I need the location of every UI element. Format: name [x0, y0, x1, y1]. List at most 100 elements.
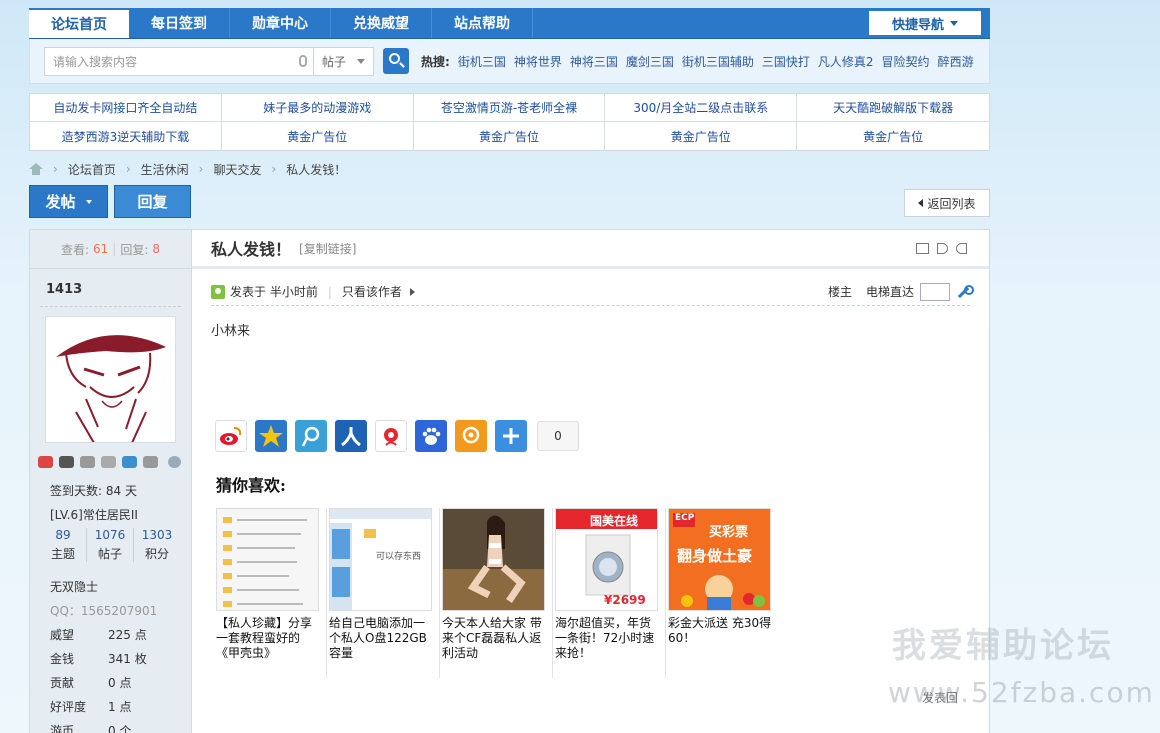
post-main: 私人发钱！ [复制链接] 发表于 半小时前 | 只看该作者 楼主 电梯直达 小林	[192, 230, 989, 733]
chevron-down-icon	[357, 58, 365, 64]
floor-input[interactable]	[920, 282, 950, 301]
ad-link[interactable]: 黄金广告位	[414, 122, 606, 150]
ad-link[interactable]: 自动发卡网接口齐全自动结	[30, 94, 222, 122]
ad-link[interactable]: 黄金广告位	[605, 122, 798, 150]
pengyou-share-icon[interactable]	[455, 420, 487, 452]
next-thread-icon[interactable]	[956, 243, 967, 254]
breadcrumb-item[interactable]: 聊天交友	[213, 161, 261, 178]
quick-nav-button[interactable]: 快捷导航	[869, 11, 981, 35]
stat-value: 1076	[94, 528, 126, 542]
recommend-card[interactable]: ECP 买彩票 翻身做土豪 彩金大派送 充30得60！	[666, 508, 779, 678]
new-post-button[interactable]: 发帖	[29, 185, 108, 218]
recommend-card[interactable]: 国美在线 ¥2699 海尔超值买，年货一条街！72小时速来抢！	[553, 508, 666, 678]
qzone-share-icon[interactable]	[255, 420, 287, 452]
hot-search-item[interactable]: 三国快打	[762, 53, 810, 70]
breadcrumb-item[interactable]: 论坛首页	[68, 161, 116, 178]
medal-icon[interactable]	[59, 456, 74, 468]
weibo-share-icon[interactable]	[215, 420, 247, 452]
search-type-select[interactable]: 帖子	[314, 46, 374, 76]
prop-row: 好评度 1 点	[50, 698, 180, 715]
medal-icon[interactable]	[38, 456, 53, 468]
ad-link[interactable]: 苍空激情页游-苍老师全裸	[413, 94, 606, 122]
card-image: ECP 买彩票 翻身做土豪	[668, 508, 771, 611]
ad-link[interactable]: 黄金广告位	[222, 122, 414, 150]
gome-text: 国美在线	[590, 514, 639, 528]
hot-search-item[interactable]: 魔剑三国	[626, 53, 674, 70]
back-to-list-button[interactable]: 返回列表	[904, 189, 990, 217]
hot-search-item[interactable]: 街机三国	[458, 53, 506, 70]
author-name[interactable]: 1413	[46, 282, 82, 297]
only-author-link[interactable]: 只看该作者	[342, 283, 402, 300]
tab-daily-signin[interactable]: 每日签到	[129, 8, 230, 38]
medal-icon[interactable]	[143, 456, 158, 468]
tab-exchange[interactable]: 兑换威望	[331, 8, 432, 38]
microphone-icon[interactable]	[299, 54, 307, 67]
search-bar: 请输入搜索内容 帖子 热搜: 街机三国 神将世界 神将三国 魔剑三国 街机三国辅…	[29, 39, 990, 84]
tencent-weibo-share-icon[interactable]	[295, 420, 327, 452]
copy-link-button[interactable]: [复制链接]	[299, 240, 356, 257]
prev-thread-icon[interactable]	[937, 243, 948, 254]
baidu-share-icon[interactable]	[415, 420, 447, 452]
medal-icon[interactable]	[80, 456, 95, 468]
post-reply-link[interactable]: 发表回	[922, 689, 958, 706]
tab-medal-center[interactable]: 勋章中心	[230, 8, 331, 38]
ad-link[interactable]: 黄金广告位	[797, 122, 989, 150]
print-icon[interactable]	[916, 243, 929, 254]
kaixin-share-icon[interactable]	[375, 420, 407, 452]
floor-tools: 楼主 电梯直达	[827, 282, 974, 301]
back-label: 返回列表	[927, 196, 976, 211]
breadcrumb-current: 私人发钱！	[286, 162, 347, 177]
wrench-icon[interactable]	[956, 284, 974, 299]
post-container: 查看: 61 | 回复: 8 1413 签到天数: 84 天 [LV.6]常住居…	[29, 229, 990, 733]
card-image	[216, 508, 319, 611]
recommend-card[interactable]: 可以存东西 给自己电脑添加一个私人O盘122GB容量	[327, 508, 440, 678]
kaixin-glyph	[384, 428, 398, 446]
top-nav: 论坛首页 每日签到 勋章中心 兑换威望 站点帮助 快捷导航	[29, 8, 990, 39]
avatar-image	[46, 317, 175, 442]
card-image: 国美在线 ¥2699	[555, 508, 658, 611]
card-caption: 给自己电脑添加一个私人O盘122GB容量	[329, 616, 427, 660]
renren-share-icon[interactable]	[335, 420, 367, 452]
tab-forum-home[interactable]: 论坛首页	[29, 10, 129, 38]
search-input[interactable]: 请输入搜索内容	[44, 46, 314, 76]
home-icon[interactable]	[29, 163, 43, 175]
chevron-down-icon	[85, 199, 92, 204]
ad-link[interactable]: 天天酷跑破解版下载器	[797, 94, 989, 122]
recommend-card[interactable]: 【私人珍藏】分享一套教程蛮好的《甲壳虫》	[214, 508, 327, 678]
stat-points[interactable]: 1303 积分	[134, 528, 180, 562]
new-post-label: 发帖	[45, 193, 76, 211]
hot-search-item[interactable]: 神将三国	[570, 53, 618, 70]
prop-value: 0 个	[108, 724, 132, 733]
hot-search-item[interactable]: 冒险契约	[882, 53, 930, 70]
prop-key: 好评度	[50, 700, 87, 714]
breadcrumb-separator: ›	[53, 162, 58, 176]
hot-search-item[interactable]: 凡人修真2	[818, 53, 874, 70]
search-button[interactable]	[383, 48, 409, 74]
ad-link[interactable]: 300/月全站二级点击联系	[605, 94, 798, 122]
medal-icon[interactable]	[101, 456, 116, 468]
prop-row: 贡献 0 点	[50, 674, 180, 691]
profile-stats: 89 主题 1076 帖子 1303 积分	[40, 528, 180, 562]
recommend-card[interactable]: 今天本人给大家 带来个CF磊磊私人返利活动	[440, 508, 553, 678]
tab-help[interactable]: 站点帮助	[432, 8, 533, 38]
hot-search-item[interactable]: 神将世界	[514, 53, 562, 70]
stat-topics[interactable]: 89 主题	[40, 528, 87, 562]
ad-link[interactable]: 造梦西游3逆天辅助下载	[30, 122, 222, 150]
hot-search-item[interactable]: 醉西游	[938, 53, 974, 70]
avatar[interactable]	[45, 316, 176, 443]
user-qq: QQ：1565207901	[50, 604, 158, 618]
ad-link[interactable]: 妹子最多的动漫游戏	[221, 94, 414, 122]
more-share-icon[interactable]	[495, 420, 527, 452]
post-title: 私人发钱！	[211, 240, 292, 259]
card-image	[442, 508, 545, 611]
reply-button[interactable]: 回复	[114, 185, 191, 218]
medal-icon[interactable]	[122, 456, 137, 468]
breadcrumb-item[interactable]: 生活休闲	[141, 161, 189, 178]
user-level[interactable]: [LV.6]常住居民II	[50, 506, 138, 523]
floor-label: 楼主	[827, 285, 852, 299]
hot-search-item[interactable]: 街机三国辅助	[682, 53, 754, 70]
stat-posts[interactable]: 1076 帖子	[87, 528, 134, 562]
help-icon[interactable]	[168, 456, 181, 468]
divider	[40, 306, 181, 307]
search-icon-handle	[399, 62, 405, 68]
